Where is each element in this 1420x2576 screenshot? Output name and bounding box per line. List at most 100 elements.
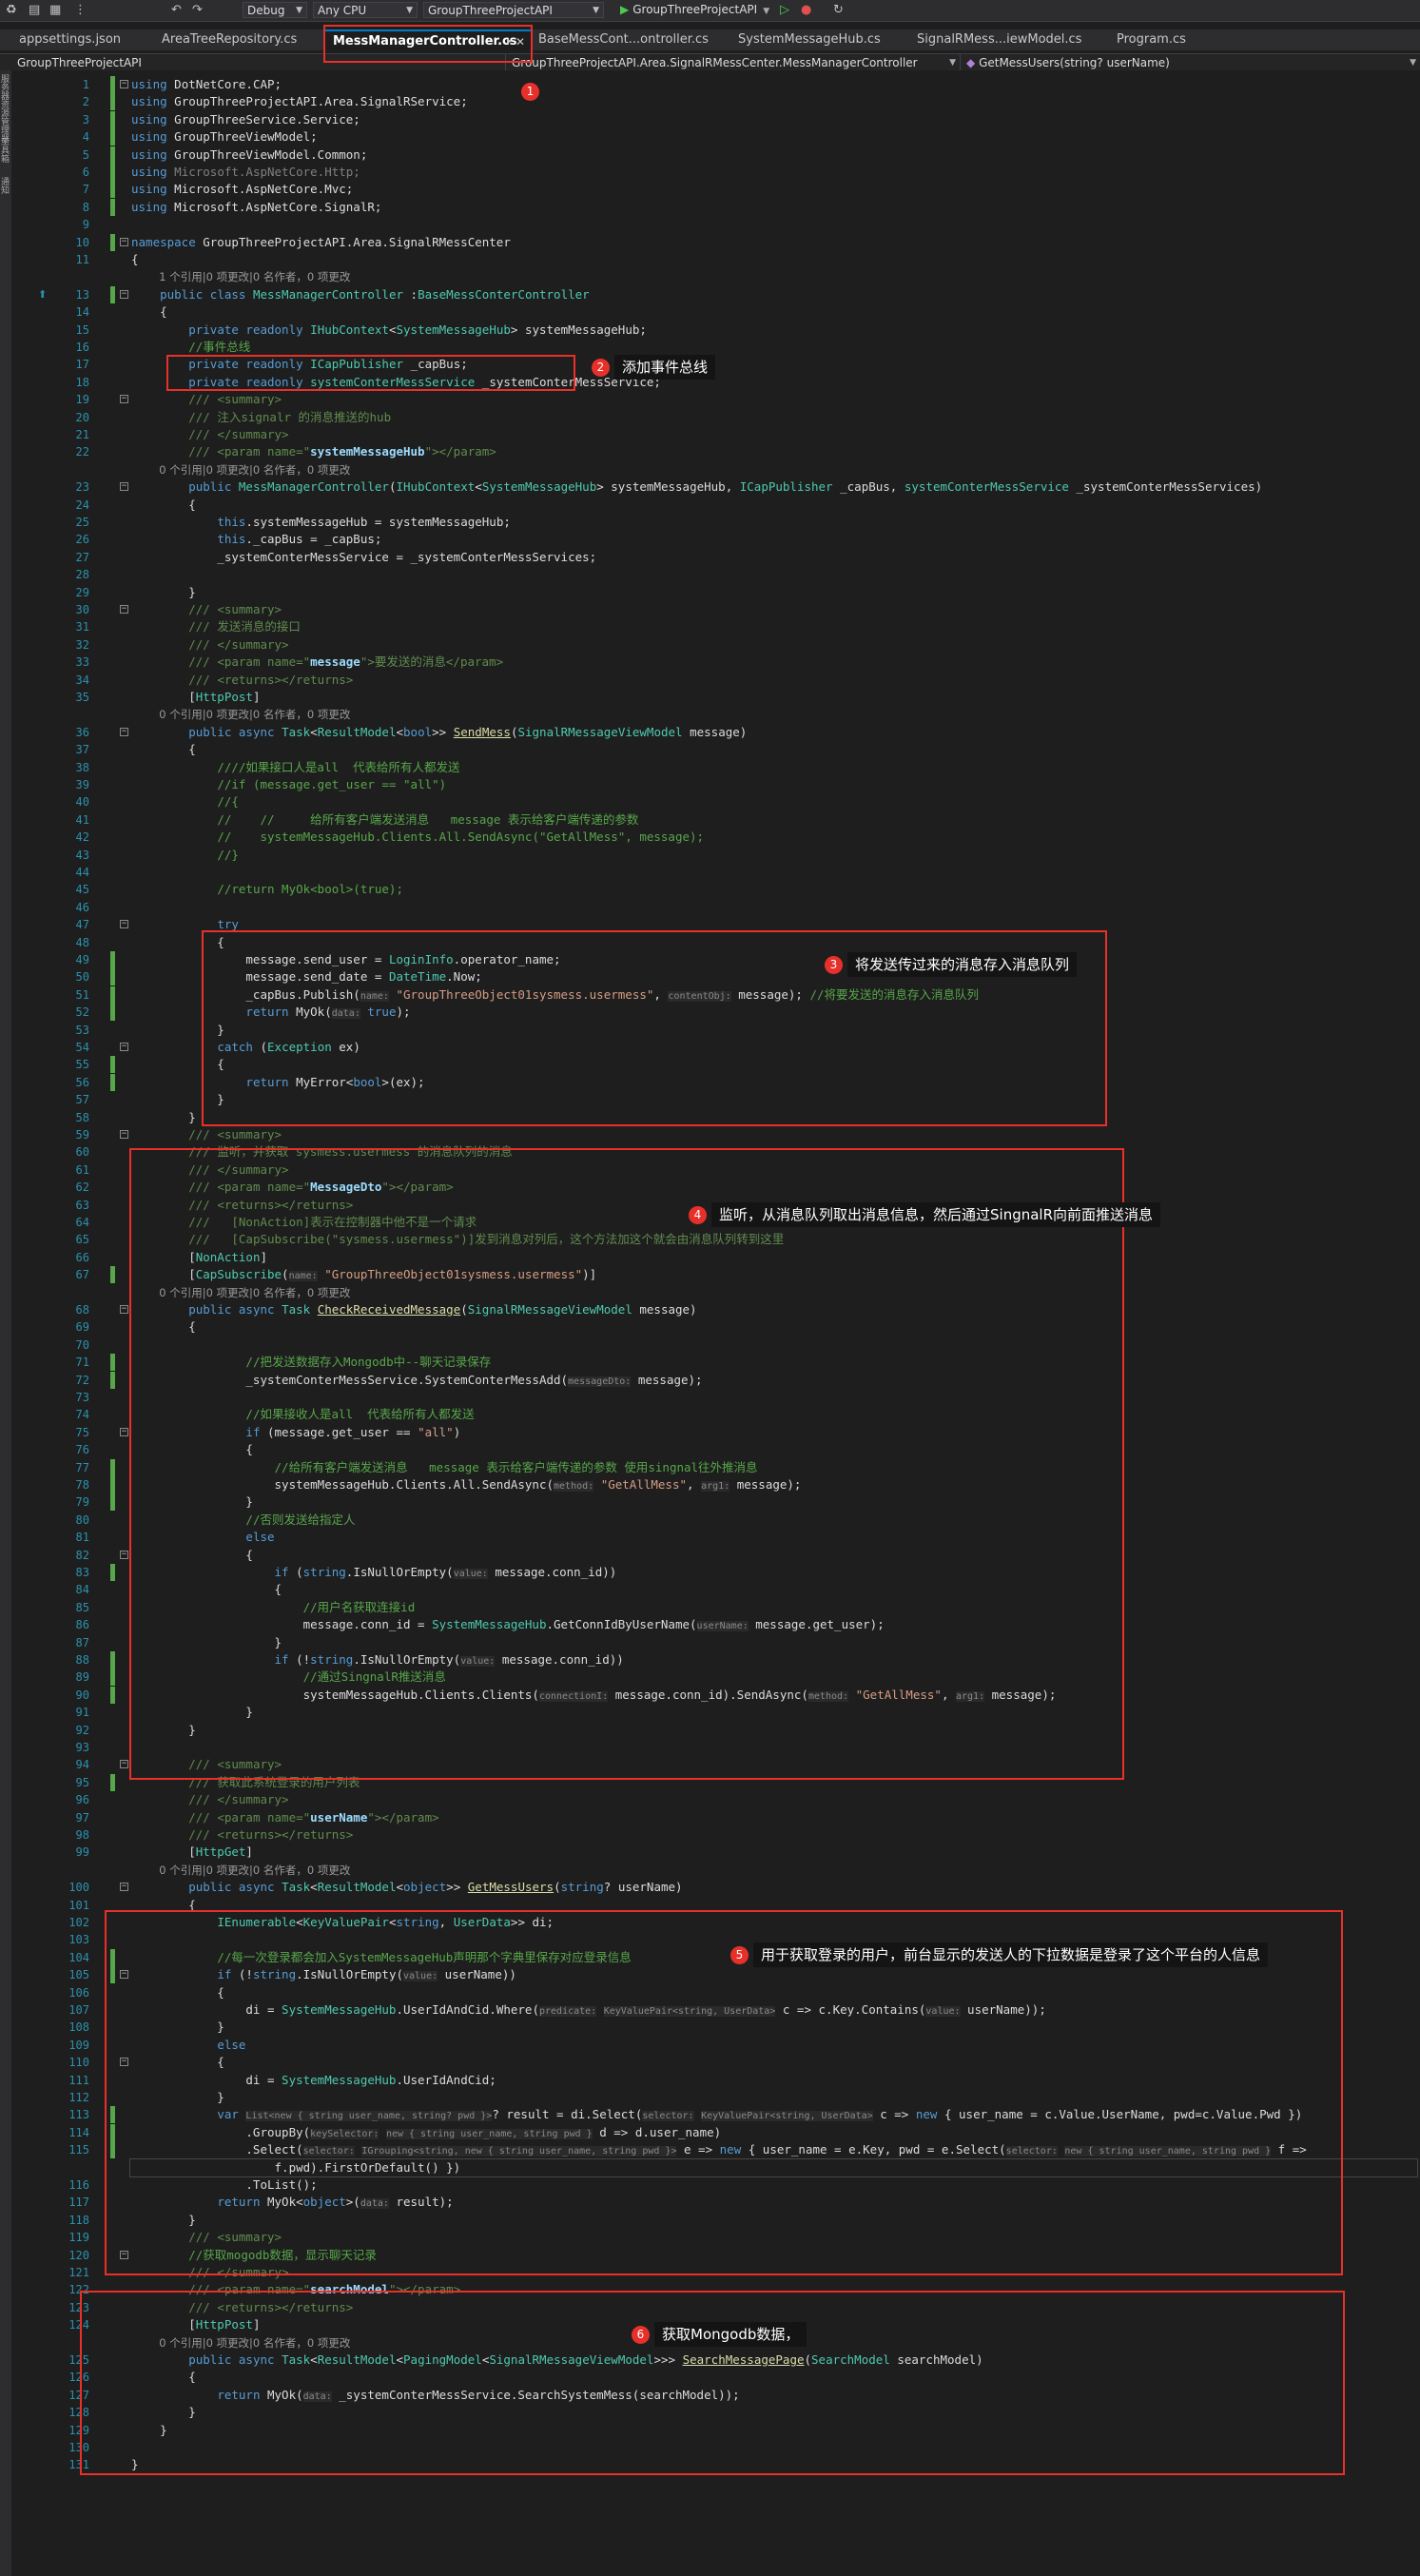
start-without-debug-icon[interactable]: ▷ [780, 3, 789, 17]
collapse-icon[interactable]: − [120, 395, 128, 404]
code-line[interactable]: 41 // // 给所有客户端发送消息 message 表示给客户端传递的参数 [11, 811, 1420, 829]
code-line[interactable]: 96 /// </summary> [11, 1791, 1420, 1808]
startup-project-dropdown[interactable]: GroupThreeProjectAPI ▼ [423, 2, 604, 18]
code-line[interactable]: 2 using GroupThreeProjectAPI.Area.SignalR… [11, 93, 1420, 111]
platform-dropdown[interactable]: Any CPU ▼ [313, 2, 418, 18]
code-line[interactable]: 7 using Microsoft.AspNetCore.Mvc; [11, 181, 1420, 199]
server-explorer-tab[interactable]: 服务器资源管理器 [0, 74, 10, 143]
code-line[interactable]: 6 using Microsoft.AspNetCore.Http; [11, 164, 1420, 181]
code-line[interactable]: 97 /// <param name="userName"></param> [11, 1809, 1420, 1826]
code-line[interactable]: 44 [11, 864, 1420, 881]
code-line[interactable]: 13 − public class MessManagerController :… [11, 285, 1420, 303]
collapse-icon[interactable]: − [120, 1043, 128, 1051]
code-line[interactable]: 99 [HttpGet] [11, 1844, 1420, 1861]
code-line[interactable]: 1 − using DotNetCore.CAP; [11, 76, 1420, 93]
code-line[interactable]: 29 } [11, 584, 1420, 601]
code-line[interactable]: 4 using GroupThreeViewModel; [11, 128, 1420, 146]
collapse-icon[interactable]: − [120, 727, 128, 736]
collapse-icon[interactable]: − [120, 1427, 128, 1436]
code-line[interactable]: 16 //事件总线 [11, 339, 1420, 356]
collapse-icon[interactable]: − [120, 237, 128, 246]
code-lens-line[interactable]: 0 个引用|0 项更改|0 名作者，0 项更改 [11, 461, 1420, 478]
tab-area-tree-repository[interactable]: AreaTreeRepository.cs [154, 29, 325, 50]
collapse-icon[interactable]: − [120, 1550, 128, 1559]
code-line[interactable]: 20 /// 注入signalr 的消息推送的hub [11, 409, 1420, 426]
undo-history-icon[interactable]: ♻ [6, 3, 17, 17]
bookmark-icon[interactable]: ⬆ [38, 288, 47, 301]
collapse-icon[interactable]: − [120, 920, 128, 929]
code-line[interactable]: 3 using GroupThreeService.Service; [11, 110, 1420, 128]
code-line[interactable]: 24 { [11, 497, 1420, 514]
code-line[interactable]: 59 − /// <summary> [11, 1126, 1420, 1143]
hot-reload-icon[interactable]: ● [801, 3, 811, 17]
code-line[interactable]: 100− public async Task<ResultModel<objec… [11, 1879, 1420, 1896]
collapse-icon[interactable]: − [120, 605, 128, 614]
tab-signalr-view-model[interactable]: SignalRMess...iewModel.cs [909, 29, 1109, 50]
code-line[interactable]: 40 //{ [11, 793, 1420, 810]
code-lens-line[interactable]: 0 个引用|0 项更改|0 名作者，0 项更改 [11, 1862, 1420, 1879]
codelens-text[interactable]: 0 个引用|0 项更改|0 名作者，0 项更改 [131, 1864, 350, 1877]
code-line[interactable]: 39 //if (message.get_user == "all") [11, 776, 1420, 793]
code-line[interactable]: 8 using Microsoft.AspNetCore.SignalR; [11, 198, 1420, 216]
tab-base-mess-controller[interactable]: BaseMessCont...ontroller.cs [531, 29, 730, 50]
code-line[interactable]: 9 [11, 216, 1420, 233]
line-number: 58 [75, 1110, 89, 1124]
code-line[interactable]: 21 /// </summary> [11, 426, 1420, 443]
collapse-icon[interactable]: − [120, 482, 128, 492]
code-line[interactable]: 30 − /// <summary> [11, 601, 1420, 618]
code-line[interactable]: 45 //return MyOk<bool>(true); [11, 881, 1420, 898]
toolbox-tab[interactable]: 工具箱 [0, 137, 10, 163]
code-line[interactable]: 36− public async Task<ResultModel<bool>>… [11, 724, 1420, 741]
code-line[interactable]: 42 // systemMessageHub.Clients.All.SendA… [11, 829, 1420, 846]
collapse-icon[interactable]: − [120, 80, 128, 88]
run-button[interactable]: ▶ GroupThreeProjectAPI ▼ [620, 3, 769, 16]
code-line[interactable]: 11 { [11, 251, 1420, 268]
code-line[interactable]: 31 /// 发送消息的接口 [11, 618, 1420, 635]
code-line[interactable]: 37 { [11, 741, 1420, 758]
codelens-text[interactable]: 0 个引用|0 项更改|0 名作者，0 项更改 [131, 708, 350, 721]
class-dropdown[interactable]: GroupThreeProjectAPI.Area.SignalRMessCen… [506, 54, 961, 71]
code-lens-line[interactable]: 0 个引用|0 项更改|0 名作者，0 项更改 [11, 706, 1420, 723]
collapse-icon[interactable]: − [120, 289, 128, 299]
code-line[interactable]: 38 ////如果接口人是all 代表给所有人都发送 [11, 759, 1420, 776]
code-line[interactable]: 35 [HttpPost] [11, 689, 1420, 706]
configuration-dropdown[interactable]: Debug ▼ [243, 2, 307, 18]
code-line[interactable]: 15 private readonly IHubContext<SystemMe… [11, 322, 1420, 339]
code-line[interactable]: 26 this._capBus = _capBus; [11, 531, 1420, 548]
tab-appsettings[interactable]: appsettings.json [11, 29, 154, 50]
tab-system-message-hub[interactable]: SystemMessageHub.cs [730, 29, 909, 50]
collapse-icon[interactable]: − [120, 1760, 128, 1769]
annotation-badge-3: 3 [825, 956, 843, 974]
codelens-text[interactable]: 1 个引用|0 项更改|0 名作者，0 项更改 [131, 270, 350, 283]
code-line[interactable]: 28 [11, 566, 1420, 583]
refresh-icon[interactable]: ↻ [833, 3, 844, 17]
code-line[interactable]: 98 /// <returns></returns> [11, 1826, 1420, 1844]
undo-icon[interactable]: ↶ [171, 3, 182, 17]
code-line[interactable]: 25 this.systemMessageHub = systemMessage… [11, 514, 1420, 531]
collapse-icon[interactable]: − [120, 1305, 128, 1314]
code-line[interactable]: 46 [11, 899, 1420, 916]
code-lens-line[interactable]: 1 个引用|0 项更改|0 名作者，0 项更改 [11, 268, 1420, 285]
member-dropdown[interactable]: ◆ GetMessUsers(string? userName) ▼ [961, 54, 1420, 71]
code-line[interactable]: 22 /// <param name="systemMessageHub"></… [11, 443, 1420, 460]
codelens-text[interactable]: 0 个引用|0 项更改|0 名作者，0 项更改 [131, 463, 350, 477]
save-icon[interactable]: ▤ [29, 3, 40, 17]
notifications-tab[interactable]: 通知 [0, 177, 10, 194]
code-line[interactable]: 23 − public MessManagerController(IHubCon… [11, 478, 1420, 496]
code-line[interactable]: 14 { [11, 303, 1420, 321]
collapse-icon[interactable]: − [120, 1883, 128, 1892]
code-line[interactable]: 43 //} [11, 847, 1420, 864]
code-line[interactable]: 19 − /// <summary> [11, 391, 1420, 408]
tab-program[interactable]: Program.cs [1109, 29, 1223, 50]
save-all-icon[interactable]: ▦ [49, 3, 61, 17]
line-number: 2 [82, 95, 89, 109]
collapse-icon[interactable]: − [120, 1130, 128, 1139]
code-line[interactable]: 34 /// <returns></returns> [11, 672, 1420, 689]
redo-icon[interactable]: ↷ [192, 3, 203, 17]
code-line[interactable]: 33 /// <param name="message">要发送的消息</par… [11, 654, 1420, 671]
code-line[interactable]: 10 − namespace GroupThreeProjectAPI.Area.S… [11, 233, 1420, 251]
code-line[interactable]: 27 _systemConterMessService = _systemCon… [11, 549, 1420, 566]
more-icon[interactable]: ⋮ [74, 3, 87, 17]
code-line[interactable]: 32 /// </summary> [11, 636, 1420, 654]
code-line[interactable]: 5 using GroupThreeViewModel.Common; [11, 146, 1420, 164]
